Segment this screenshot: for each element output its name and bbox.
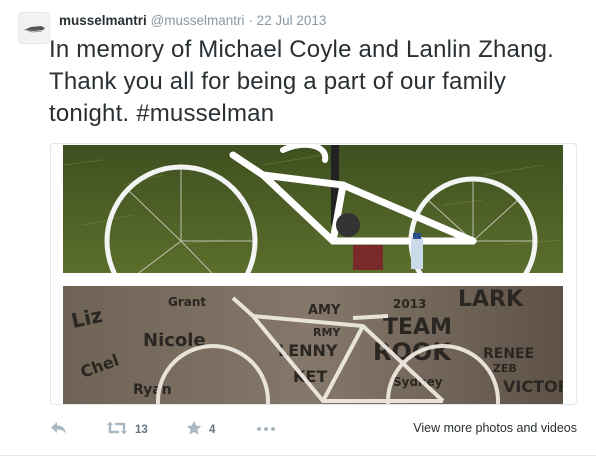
user-fullname[interactable]: musselmantri: [59, 13, 147, 28]
user-handle[interactable]: @musselmantri: [151, 13, 245, 28]
graffiti-word: RMY: [313, 326, 341, 339]
graffiti-word: ZEB: [493, 362, 517, 375]
graffiti-word: Ryan: [133, 382, 172, 398]
tweet-actions: 13 4 View more photos and videos: [0, 410, 596, 446]
graffiti-word: ROOK: [373, 338, 452, 366]
graffiti-word: TEAM: [383, 315, 452, 340]
view-more-media-link[interactable]: View more photos and videos: [413, 421, 577, 435]
avatar-logo-icon: [24, 26, 45, 33]
tweet: musselmantri @musselmantri · 22 Jul 2013…: [0, 0, 596, 458]
star-icon: [186, 420, 202, 435]
graffiti-word: 2013: [393, 297, 426, 311]
tweet-divider: [0, 455, 596, 456]
header-separator: ·: [248, 13, 253, 28]
photo-ghost-bike-grass[interactable]: [63, 145, 563, 273]
more-icon: [257, 427, 275, 431]
favorite-count: 4: [209, 424, 216, 436]
tweet-text: In memory of Michael Coyle and Lanlin Zh…: [49, 36, 555, 127]
retweet-icon: [107, 421, 127, 435]
graffiti-word: AMY: [308, 303, 341, 318]
photo-ghost-bike-graffiti-image: Liz Grant Nicole Chel Ryan AMY 2013 LARK…: [63, 286, 563, 404]
photo-ghost-bike-graffiti[interactable]: Liz Grant Nicole Chel Ryan AMY 2013 LARK…: [63, 286, 563, 404]
avatar[interactable]: [18, 12, 50, 44]
reply-button[interactable]: [50, 420, 68, 439]
favorite-button[interactable]: [186, 420, 202, 439]
retweet-button[interactable]: [106, 420, 128, 439]
reply-icon: [51, 422, 66, 434]
graffiti-word: Grant: [168, 295, 206, 309]
graffiti-word: LARK: [458, 287, 524, 312]
graffiti-word: VICTOR: [503, 377, 563, 396]
graffiti-word: RENEE: [483, 346, 534, 362]
tweet-header: musselmantri @musselmantri · 22 Jul 2013: [59, 13, 326, 28]
tweet-timestamp[interactable]: 22 Jul 2013: [257, 13, 327, 28]
more-button[interactable]: [256, 420, 276, 439]
retweet-count: 13: [135, 424, 148, 436]
photo-ghost-bike-grass-image: [63, 145, 563, 273]
